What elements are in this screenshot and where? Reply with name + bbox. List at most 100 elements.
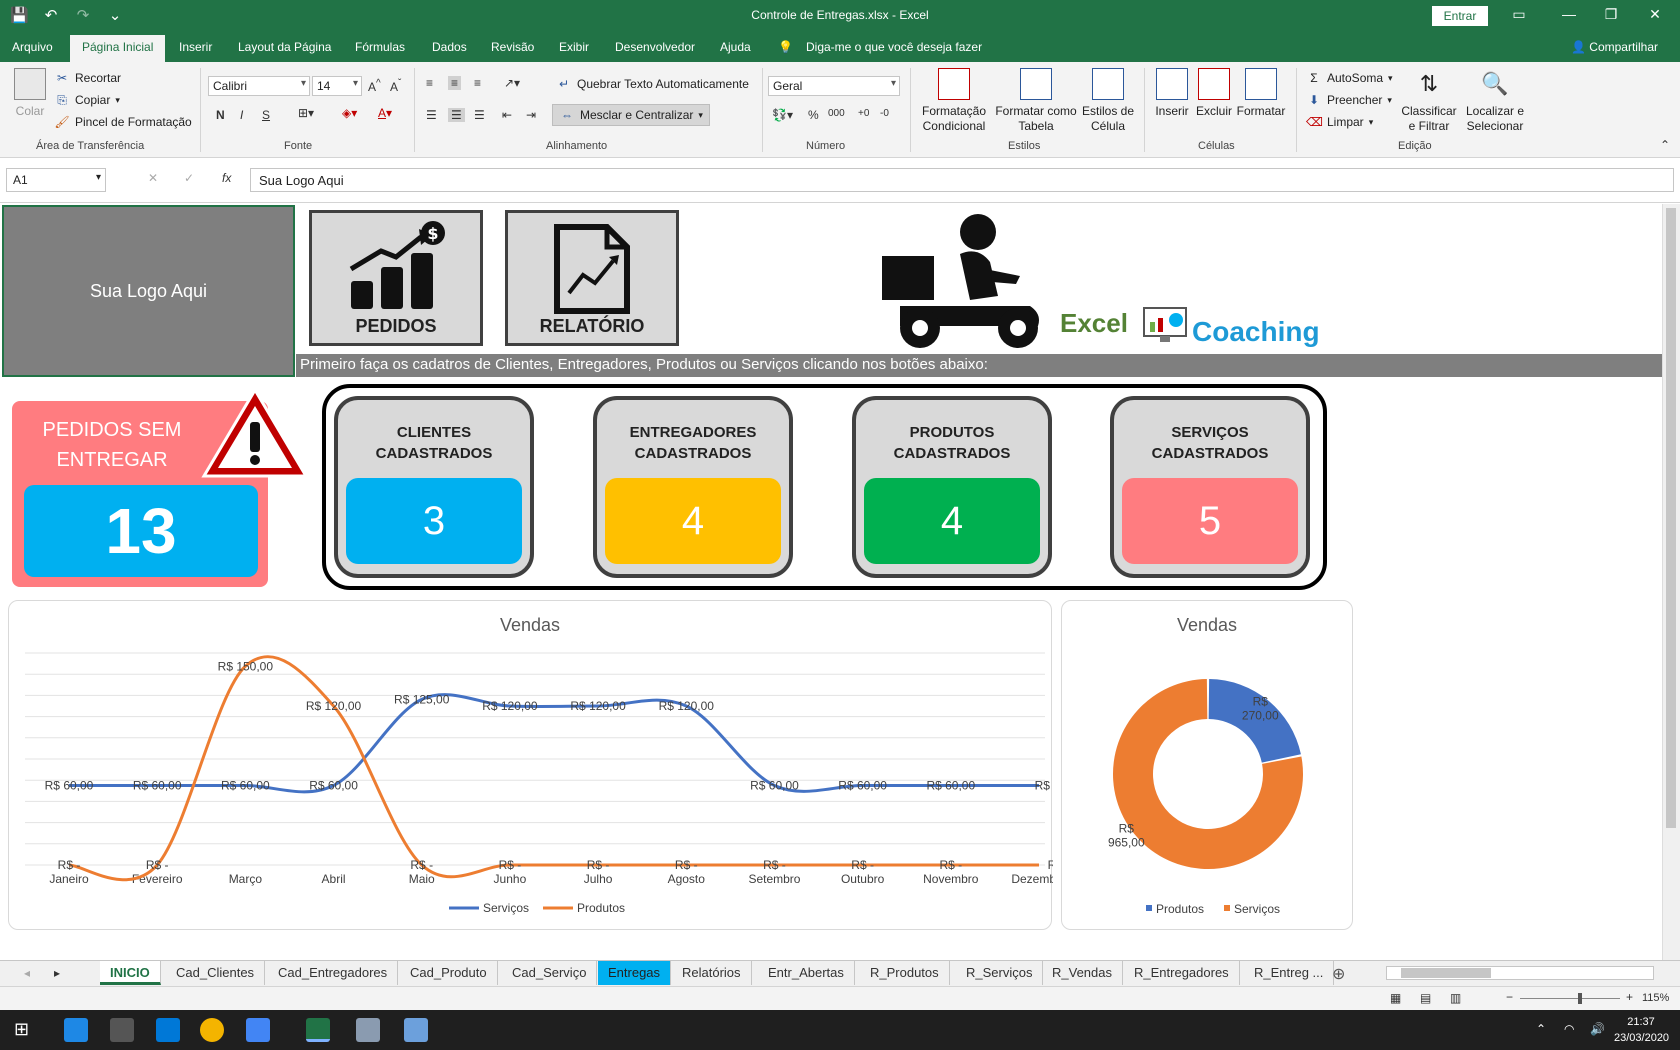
share-button[interactable]: 👤 Compartilhar bbox=[1571, 40, 1658, 54]
tab-data[interactable]: Dados bbox=[432, 40, 467, 54]
orders-button[interactable]: $ PEDIDOS bbox=[309, 210, 483, 346]
edge-icon[interactable] bbox=[64, 1018, 88, 1042]
tab-help[interactable]: Ajuda bbox=[720, 40, 751, 54]
couriers-card[interactable]: ENTREGADORES CADASTRADOS 4 bbox=[593, 396, 793, 578]
windows-start-icon[interactable]: ⊞ bbox=[14, 1019, 29, 1040]
vertical-scrollbar[interactable] bbox=[1662, 204, 1680, 960]
page-break-view-icon[interactable]: ▥ bbox=[1450, 991, 1461, 1005]
font-size-combo[interactable]: 14 ▾ bbox=[312, 76, 362, 96]
wrap-text-button[interactable]: ↵ Quebrar Texto Automaticamente bbox=[556, 76, 749, 92]
copy-button[interactable]: ⎘ Copiar ▾ bbox=[54, 92, 120, 108]
fill-button[interactable]: ⬇ Preencher ▾ bbox=[1306, 92, 1392, 108]
format-cells-button[interactable]: Formatar bbox=[1234, 68, 1288, 119]
shrink-font-icon[interactable]: Aˇ bbox=[390, 78, 401, 94]
volume-icon[interactable]: 🔊 bbox=[1590, 1022, 1605, 1036]
fill-color-icon[interactable]: ◈▾ bbox=[342, 106, 357, 120]
sheet-tab[interactable]: Cad_Produto bbox=[400, 961, 498, 985]
decrease-decimal-icon[interactable]: -0 bbox=[880, 108, 889, 119]
tray-chevron-icon[interactable]: ⌃ bbox=[1536, 1022, 1546, 1036]
products-card[interactable]: PRODUTOS CADASTRADOS 4 bbox=[852, 396, 1052, 578]
insert-cells-button[interactable]: Inserir bbox=[1150, 68, 1194, 119]
cut-button[interactable]: ✂ Recortar bbox=[54, 70, 121, 86]
paste-button[interactable]: Colar bbox=[10, 68, 50, 119]
app-icon[interactable] bbox=[246, 1018, 270, 1042]
report-button[interactable]: RELATÓRIO bbox=[505, 210, 679, 346]
tab-review[interactable]: Revisão bbox=[491, 40, 534, 54]
cancel-icon[interactable]: ✕ bbox=[148, 171, 158, 185]
sheet-tab[interactable]: R_Entregadores bbox=[1124, 961, 1240, 985]
collapse-ribbon-icon[interactable]: ⌃ bbox=[1660, 138, 1670, 152]
normal-view-icon[interactable]: ▦ bbox=[1390, 991, 1401, 1005]
sheet-tab[interactable]: R_Produtos bbox=[860, 961, 950, 985]
sheet-tab[interactable]: R_Vendas bbox=[1042, 961, 1123, 985]
cell-styles-button[interactable]: Estilos de Célula bbox=[1078, 68, 1138, 134]
tell-me-search[interactable]: Diga-me o que você deseja fazer bbox=[806, 40, 982, 54]
currency-icon[interactable]: 💱▾ bbox=[772, 108, 793, 122]
find-select-button[interactable]: 🔍 Localizar e Selecionar bbox=[1462, 68, 1528, 134]
sales-line-chart[interactable]: Vendas Janeiro Fevereiro Março Abril Maio Jun… bbox=[8, 600, 1053, 930]
prev-sheet-icon[interactable]: ◂ bbox=[24, 966, 30, 980]
restore-icon[interactable]: ❐ bbox=[1596, 6, 1626, 23]
clients-card[interactable]: CLIENTES CADASTRADOS 3 bbox=[334, 396, 534, 578]
zoom-slider[interactable] bbox=[1520, 993, 1620, 1004]
format-as-table-button[interactable]: Formatar como Tabela bbox=[994, 68, 1078, 134]
increase-decimal-icon[interactable]: +0 bbox=[858, 108, 869, 119]
tab-insert[interactable]: Inserir bbox=[179, 40, 212, 54]
number-format-combo[interactable]: Geral ▾ bbox=[768, 76, 900, 96]
zoom-in-icon[interactable]: + bbox=[1626, 990, 1633, 1004]
enter-icon[interactable]: ✓ bbox=[184, 171, 194, 185]
sheet-tab[interactable]: R_Entreg ... bbox=[1244, 961, 1335, 985]
clear-button[interactable]: ⌫ Limpar ▾ bbox=[1306, 114, 1373, 130]
format-painter-button[interactable]: 🖌 Pincel de Formatação bbox=[54, 114, 191, 130]
borders-icon[interactable]: ⊞▾ bbox=[298, 106, 314, 120]
chrome-icon[interactable] bbox=[200, 1018, 224, 1042]
font-name-combo[interactable]: Calibri ▾ bbox=[208, 76, 310, 96]
underline-button[interactable]: S bbox=[262, 108, 270, 122]
align-center-icon[interactable]: ☰ bbox=[448, 108, 465, 122]
decrease-indent-icon[interactable]: ⇤ bbox=[502, 108, 512, 122]
new-sheet-icon[interactable]: ⊕ bbox=[1332, 964, 1345, 984]
sheet-tab[interactable]: Relatórios bbox=[672, 961, 752, 985]
tab-view[interactable]: Exibir bbox=[559, 40, 589, 54]
store-icon[interactable] bbox=[110, 1018, 134, 1042]
signin-button[interactable]: Entrar bbox=[1432, 6, 1488, 26]
tab-home[interactable]: Página Inicial bbox=[70, 35, 166, 63]
tab-formulas[interactable]: Fórmulas bbox=[355, 40, 405, 54]
horizontal-scrollbar[interactable] bbox=[1386, 966, 1654, 980]
align-middle-icon[interactable]: ≡ bbox=[448, 76, 462, 90]
tab-developer[interactable]: Desenvolvedor bbox=[615, 40, 695, 54]
sheet-tab[interactable]: Cad_Entregadores bbox=[268, 961, 399, 985]
align-top-icon[interactable]: ≡ bbox=[426, 76, 433, 90]
excel-taskbar-icon[interactable] bbox=[306, 1018, 330, 1042]
name-box[interactable]: A1 ▾ bbox=[6, 168, 106, 192]
sheet-tab[interactable]: Entr_Abertas bbox=[758, 961, 855, 985]
clock[interactable]: 21:37 23/03/2020 bbox=[1614, 1014, 1669, 1046]
zoom-thumb[interactable] bbox=[1578, 993, 1582, 1004]
page-layout-view-icon[interactable]: ▤ bbox=[1420, 991, 1431, 1005]
formula-input[interactable]: Sua Logo Aqui bbox=[250, 168, 1674, 192]
ribbon-display-icon[interactable]: ▭ bbox=[1504, 6, 1534, 23]
sales-donut-chart[interactable]: Vendas R$ 270,00 R$ 965,00 Produtos Serviços bbox=[1061, 600, 1353, 930]
zoom-out-icon[interactable]: − bbox=[1506, 990, 1513, 1004]
app-icon[interactable] bbox=[404, 1018, 428, 1042]
font-color-icon[interactable]: A▾ bbox=[378, 106, 392, 120]
align-bottom-icon[interactable]: ≡ bbox=[474, 76, 481, 90]
sort-filter-button[interactable]: ⇅ Classificar e Filtrar bbox=[1398, 68, 1460, 134]
sheet-tab[interactable]: Cad_Serviço bbox=[502, 961, 598, 985]
insert-function-icon[interactable]: fx bbox=[222, 171, 231, 185]
sheet-tab[interactable]: Entregas bbox=[598, 961, 672, 985]
italic-button[interactable]: I bbox=[240, 108, 243, 122]
logo-placeholder[interactable]: Sua Logo Aqui bbox=[2, 205, 295, 377]
increase-indent-icon[interactable]: ⇥ bbox=[526, 108, 536, 122]
mail-icon[interactable] bbox=[156, 1018, 180, 1042]
merge-center-button[interactable]: ⇔ Mesclar e Centralizar ▾ bbox=[552, 104, 710, 126]
sheet-tab[interactable]: INICIO bbox=[100, 961, 161, 985]
next-sheet-icon[interactable]: ▸ bbox=[54, 966, 60, 980]
services-card[interactable]: SERVIÇOS CADASTRADOS 5 bbox=[1110, 396, 1310, 578]
orientation-icon[interactable]: ↗▾ bbox=[504, 76, 520, 90]
align-left-icon[interactable]: ☰ bbox=[426, 108, 437, 122]
scrollbar-thumb[interactable] bbox=[1401, 968, 1491, 978]
tab-page-layout[interactable]: Layout da Página bbox=[238, 40, 331, 54]
conditional-formatting-button[interactable]: Formatação Condicional bbox=[914, 68, 994, 134]
app-icon[interactable] bbox=[356, 1018, 380, 1042]
